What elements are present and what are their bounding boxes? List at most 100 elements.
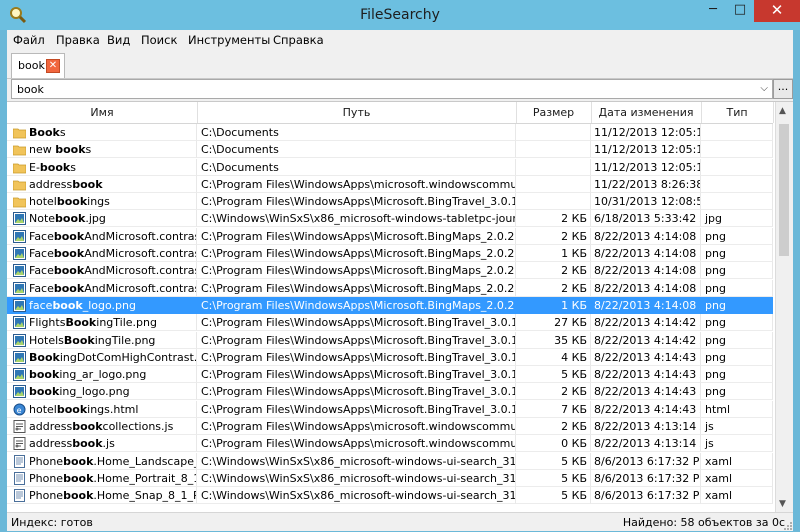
cell-name: BookingDotComHighContrast.png bbox=[7, 348, 197, 366]
table-row[interactable]: Notebook.jpg C:\Windows\WinSxS\x86_micros… bbox=[7, 210, 773, 228]
cell-name: new books bbox=[7, 141, 197, 159]
table-row[interactable]: FlightsBookingTile.png C:\Program Files\W… bbox=[7, 314, 773, 332]
table-row[interactable]: Books C:\Documents 11/12/2013 12:05:16… bbox=[7, 124, 773, 141]
cell-date: 11/22/2013 8:26:38 … bbox=[591, 175, 701, 193]
minimize-button[interactable]: ─ bbox=[700, 0, 726, 22]
tab-close-icon[interactable]: ✕ bbox=[46, 59, 60, 73]
cell-path: C:\Program Files\WindowsApps\Microsoft.B… bbox=[197, 245, 516, 263]
table-row[interactable]: FacebookAndMicrosoft.contrast-whC:\Progr… bbox=[7, 262, 773, 280]
image-icon bbox=[13, 385, 26, 399]
column-header-path[interactable]: Путь bbox=[197, 102, 517, 123]
table-row[interactable]: Phonebook.Home_Portrait_8_1_RPC:\Windows… bbox=[7, 469, 773, 487]
cell-type: png bbox=[701, 227, 773, 245]
cell-date: 8/6/2013 6:17:32 PM bbox=[591, 487, 701, 505]
vertical-scrollbar[interactable]: ▲ ▼ bbox=[775, 102, 793, 512]
cell-date: 8/22/2013 4:13:14 AM bbox=[591, 418, 701, 436]
scroll-down-icon[interactable]: ▼ bbox=[779, 499, 786, 509]
cell-type: jpg bbox=[701, 210, 773, 228]
file-name: addressbook.js bbox=[29, 437, 115, 451]
menu-view[interactable]: Вид bbox=[107, 33, 130, 47]
cell-path: C:\Program Files\WindowsApps\microsoft.w… bbox=[197, 418, 516, 436]
table-row[interactable]: Phonebook.Home_Snap_8_1_RP.xC:\Windows\W… bbox=[7, 487, 773, 505]
cell-path: C:\Windows\WinSxS\x86_microsoft-windows-… bbox=[197, 452, 516, 470]
table-row[interactable]: FacebookAndMicrosoft.contrast-whC:\Progr… bbox=[7, 279, 773, 297]
cell-size: 2 КБ bbox=[516, 383, 591, 401]
image-icon bbox=[13, 247, 26, 261]
file-name: FacebookAndMicrosoft.contrast-bla bbox=[29, 229, 196, 243]
tab-label: book bbox=[18, 59, 45, 72]
table-row[interactable]: e hotelbookings.html C:\Program Files\Wind… bbox=[7, 400, 773, 418]
menu-edit[interactable]: Правка bbox=[56, 33, 100, 47]
table-row[interactable]: new books C:\Documents 11/12/2013 12:05:17… bbox=[7, 141, 773, 159]
file-name: FacebookAndMicrosoft.contrast-bla bbox=[29, 247, 196, 261]
column-header-name[interactable]: Имя bbox=[7, 102, 198, 123]
search-input[interactable]: book ⌵ bbox=[11, 79, 773, 99]
table-row[interactable]: BookingDotComHighContrast.pngC:\Program … bbox=[7, 348, 773, 366]
column-header-size[interactable]: Размер bbox=[516, 102, 592, 123]
cell-type: xaml bbox=[701, 469, 773, 487]
cell-size: 2 КБ bbox=[516, 279, 591, 297]
table-row[interactable]: E-books C:\Documents 11/12/2013 12:05:17… bbox=[7, 158, 773, 176]
client-area: Файл Правка Вид Поиск Инструменты Справк… bbox=[7, 30, 793, 531]
cell-path: C:\Program Files\WindowsApps\Microsoft.B… bbox=[197, 348, 516, 366]
file-name: new books bbox=[29, 143, 92, 157]
table-row[interactable]: booking_ar_logo.png C:\Program Files\Wind… bbox=[7, 366, 773, 384]
cell-name: FacebookAndMicrosoft.contrast-bla bbox=[7, 227, 197, 245]
cell-path: C:\Program Files\WindowsApps\microsoft.w… bbox=[197, 435, 516, 453]
cell-name: booking_logo.png bbox=[7, 383, 197, 401]
file-name: FacebookAndMicrosoft.contrast-wh bbox=[29, 281, 196, 295]
column-header-date[interactable]: Дата изменения bbox=[591, 102, 702, 123]
table-row[interactable]: addressbookcollections.js C:\Program File… bbox=[7, 418, 773, 436]
cell-date: 8/22/2013 4:14:42 AM bbox=[591, 314, 701, 332]
cell-name: booking_ar_logo.png bbox=[7, 366, 197, 384]
svg-text:e: e bbox=[17, 406, 22, 415]
maximize-button[interactable]: □ bbox=[727, 0, 753, 22]
cell-name: FlightsBookingTile.png bbox=[7, 314, 197, 332]
table-row[interactable]: Phonebook.Home_Landscape_8_1_C:\Windows\… bbox=[7, 452, 773, 470]
close-button[interactable]: ✕ bbox=[754, 0, 800, 22]
cell-type: js bbox=[701, 435, 773, 453]
table-row[interactable]: facebook_logo.png C:\Program Files\Window… bbox=[7, 296, 773, 315]
file-name: facebook_logo.png bbox=[29, 298, 136, 312]
cell-size: 27 КБ bbox=[516, 314, 591, 332]
menu-search[interactable]: Поиск bbox=[141, 33, 177, 47]
scroll-up-icon[interactable]: ▲ bbox=[779, 106, 786, 116]
cell-size bbox=[516, 141, 591, 159]
table-row[interactable]: FacebookAndMicrosoft.contrast-blaC:\Prog… bbox=[7, 245, 773, 263]
menu-tools[interactable]: Инструменты bbox=[188, 33, 270, 47]
file-name: Books bbox=[29, 126, 66, 139]
cell-size: 7 КБ bbox=[516, 400, 591, 418]
table-row[interactable]: addressbook.js C:\Program Files\WindowsAp… bbox=[7, 435, 773, 453]
chevron-down-icon[interactable]: ⌵ bbox=[760, 83, 768, 94]
resize-grip-icon[interactable] bbox=[783, 521, 793, 531]
menu-file[interactable]: Файл bbox=[13, 33, 45, 47]
menu-help[interactable]: Справка bbox=[273, 33, 324, 47]
file-name: FacebookAndMicrosoft.contrast-wh bbox=[29, 264, 196, 278]
cell-size: 1 КБ bbox=[516, 245, 591, 263]
file-name: hotelbookings bbox=[29, 195, 110, 209]
table-row[interactable]: hotelbookings C:\Program Files\WindowsApp… bbox=[7, 193, 773, 211]
table-row[interactable]: HotelsBookingTile.png C:\Program Files\Wi… bbox=[7, 331, 773, 349]
table-row[interactable]: FacebookAndMicrosoft.contrast-blaC:\Prog… bbox=[7, 227, 773, 245]
table-row[interactable]: addressbook C:\Program Files\WindowsApps\… bbox=[7, 175, 773, 193]
scrollbar-thumb[interactable] bbox=[779, 124, 789, 256]
cell-size: 2 КБ bbox=[516, 210, 591, 228]
cell-date: 8/22/2013 4:14:43 AM bbox=[591, 383, 701, 401]
cell-path: C:\Windows\WinSxS\x86_microsoft-windows-… bbox=[197, 210, 516, 228]
cell-size: 5 КБ bbox=[516, 366, 591, 384]
title-bar[interactable]: FileSearchy ─ □ ✕ bbox=[0, 0, 800, 30]
table-header: Имя Путь Размер Дата изменения Тип bbox=[7, 102, 774, 124]
search-options-button[interactable]: ... bbox=[773, 79, 793, 99]
cell-name: e hotelbookings.html bbox=[7, 400, 197, 418]
file-name: Phonebook.Home_Landscape_8_1_ bbox=[29, 454, 196, 468]
cell-path: C:\Program Files\WindowsApps\Microsoft.B… bbox=[197, 193, 516, 211]
xaml-icon bbox=[13, 489, 26, 503]
cell-date: 8/22/2013 4:14:43 AM bbox=[591, 366, 701, 384]
column-header-type[interactable]: Тип bbox=[701, 102, 774, 123]
tab-book[interactable]: book ✕ bbox=[11, 53, 65, 78]
cell-path: C:\Program Files\WindowsApps\Microsoft.B… bbox=[197, 314, 516, 332]
table-row[interactable]: booking_logo.png C:\Program Files\Windows… bbox=[7, 383, 773, 401]
cell-size: 35 КБ bbox=[516, 331, 591, 349]
menu-bar: Файл Правка Вид Поиск Инструменты Справк… bbox=[7, 30, 793, 50]
cell-type: js bbox=[701, 418, 773, 436]
